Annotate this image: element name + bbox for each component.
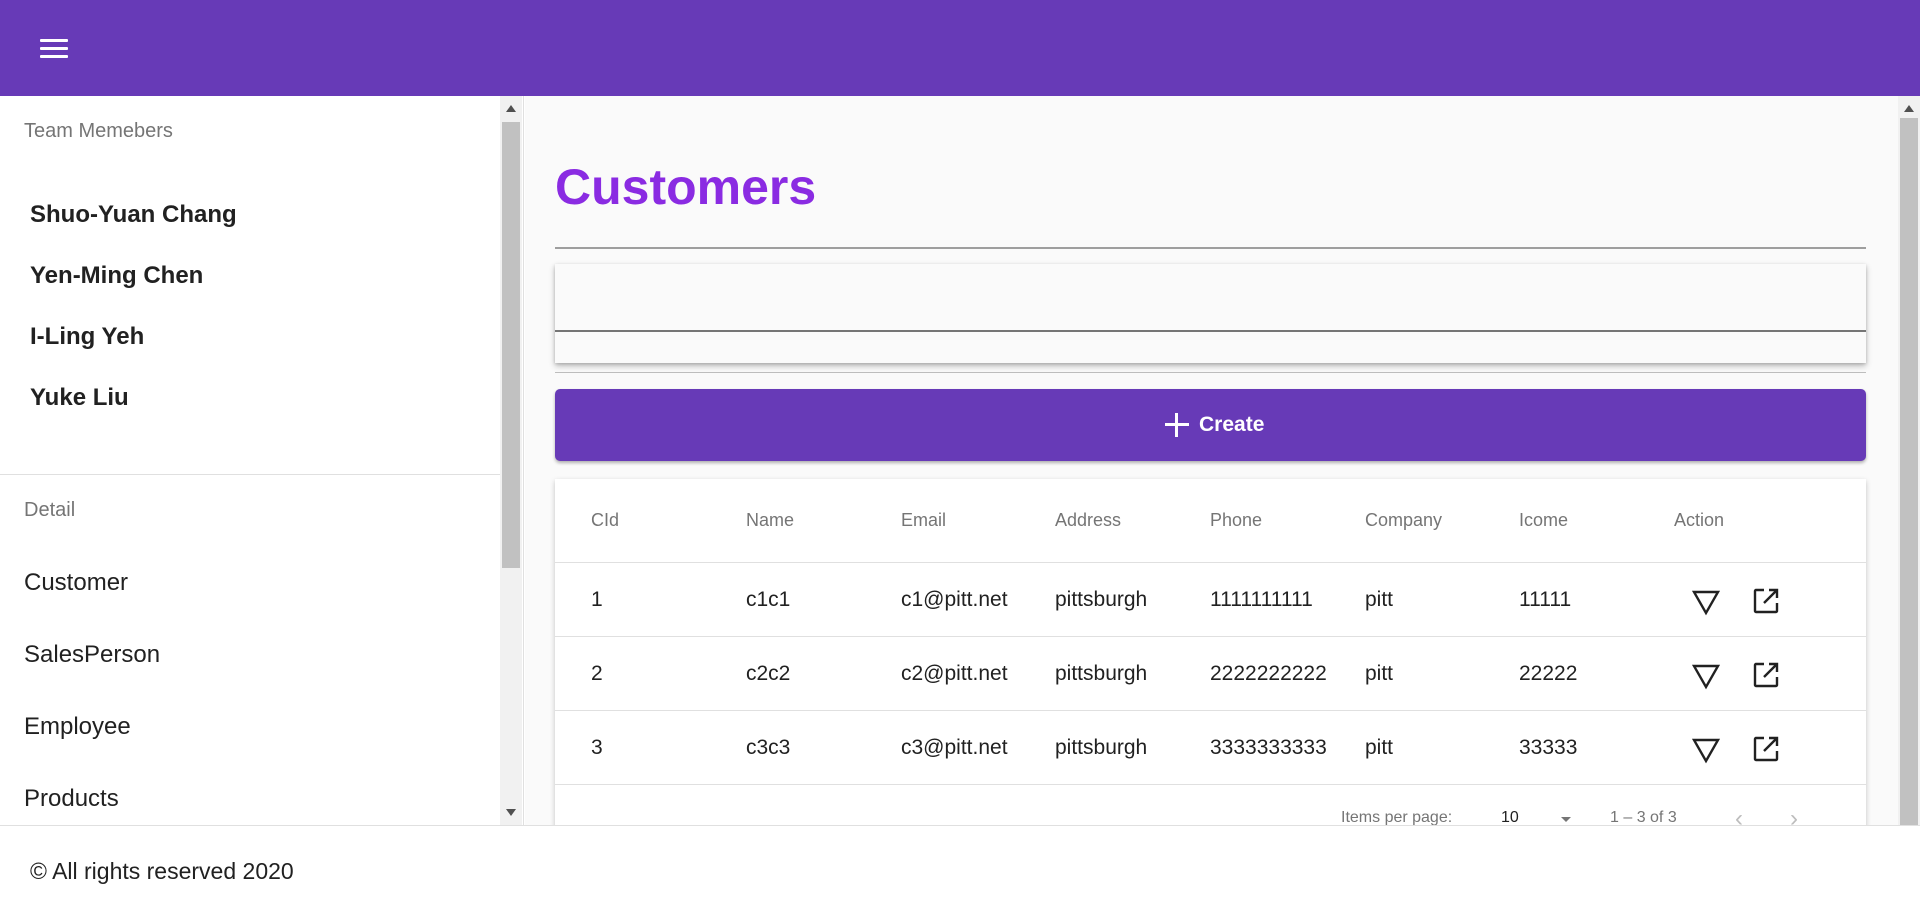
cell-company: pitt xyxy=(1365,587,1394,611)
next-page-icon[interactable]: › xyxy=(1790,805,1814,825)
cell-cid: 1 xyxy=(591,587,603,611)
create-button-label: Create xyxy=(1199,413,1265,436)
scroll-down-arrow[interactable] xyxy=(506,809,516,816)
search-underline xyxy=(555,330,1866,332)
cell-name: c2c2 xyxy=(746,661,791,685)
scroll-thumb[interactable] xyxy=(1900,118,1918,825)
sidebar-item-products[interactable]: Products xyxy=(24,785,119,813)
cell-company: pitt xyxy=(1365,735,1394,759)
member-name: Yen-Ming Chen xyxy=(30,262,204,289)
footer: © All rights reserved 2020 xyxy=(0,825,1920,915)
member-name: Yuke Liu xyxy=(30,384,129,411)
cell-phone: 2222222222 xyxy=(1210,661,1327,685)
cell-address: pittsburgh xyxy=(1055,735,1148,759)
scroll-thumb[interactable] xyxy=(502,122,520,568)
cell-email: c1@pitt.net xyxy=(901,587,1008,611)
dropdown-caret-icon[interactable] xyxy=(1561,817,1571,822)
column-header[interactable]: Address xyxy=(1055,479,1121,562)
filter-triangle-icon[interactable] xyxy=(1690,585,1722,617)
open-in-new-icon[interactable] xyxy=(1750,585,1782,617)
table-row: 3 c3c3 c3@pitt.net pittsburgh 3333333333… xyxy=(555,711,1866,785)
open-in-new-icon[interactable] xyxy=(1750,733,1782,765)
sidebar: Team Memebers Shuo-Yuan Chang Yen-Ming C… xyxy=(0,96,524,825)
table-row: 2 c2c2 c2@pitt.net pittsburgh 2222222222… xyxy=(555,637,1866,711)
cell-address: pittsburgh xyxy=(1055,587,1148,611)
page-range-label: 1 – 3 of 3 xyxy=(1610,809,1677,825)
copyright-text: © All rights reserved 2020 xyxy=(30,858,294,884)
column-header[interactable]: Email xyxy=(901,479,946,562)
items-per-page-label: Items per page: xyxy=(1341,809,1453,825)
open-in-new-icon[interactable] xyxy=(1750,659,1782,691)
cell-email: c3@pitt.net xyxy=(901,735,1008,759)
previous-page-icon[interactable]: ‹ xyxy=(1735,805,1759,825)
cell-income: 33333 xyxy=(1519,735,1578,759)
cell-email: c2@pitt.net xyxy=(901,661,1008,685)
cell-name: c1c1 xyxy=(746,587,791,611)
title-divider xyxy=(555,247,1866,249)
cell-cid: 3 xyxy=(591,735,603,759)
cell-income: 11111 xyxy=(1519,587,1572,611)
table-row: 1 c1c1 c1@pitt.net pittsburgh 1111111111… xyxy=(555,563,1866,637)
customers-table: CId Name Email Address Phone Company Ico… xyxy=(555,479,1866,825)
cell-cid: 2 xyxy=(591,661,603,685)
plus-icon xyxy=(1165,413,1189,437)
column-header[interactable]: Icome xyxy=(1519,479,1568,562)
menu-icon[interactable] xyxy=(30,30,78,68)
paginator: Items per page: 10 1 – 3 of 3 ‹ › xyxy=(555,795,1866,825)
table-header-row: CId Name Email Address Phone Company Ico… xyxy=(555,479,1866,563)
column-header[interactable]: Name xyxy=(746,479,794,562)
cell-phone: 1111111111 xyxy=(1210,587,1313,611)
sidebar-item-customer[interactable]: Customer xyxy=(24,569,128,597)
member-name: I-Ling Yeh xyxy=(30,323,145,350)
detail-header: Detail xyxy=(24,499,76,521)
cell-address: pittsburgh xyxy=(1055,661,1148,685)
column-header[interactable]: Company xyxy=(1365,479,1442,562)
column-header: Action xyxy=(1674,510,1725,530)
sidebar-item-salesperson[interactable]: SalesPerson xyxy=(24,641,160,669)
cell-company: pitt xyxy=(1365,661,1394,685)
sidebar-divider xyxy=(0,474,500,475)
scroll-up-arrow[interactable] xyxy=(1904,105,1914,112)
filter-triangle-icon[interactable] xyxy=(1690,733,1722,765)
sidebar-item-employee[interactable]: Employee xyxy=(24,713,131,741)
column-header[interactable]: Phone xyxy=(1210,479,1262,562)
scroll-up-arrow[interactable] xyxy=(506,105,516,112)
create-button[interactable]: Create xyxy=(555,389,1866,461)
page-size-select[interactable]: 10 xyxy=(1501,809,1519,825)
cell-income: 22222 xyxy=(1519,661,1578,685)
member-name: Shuo-Yuan Chang xyxy=(30,201,237,228)
cell-name: c3c3 xyxy=(746,735,791,759)
main-scrollbar[interactable] xyxy=(1898,96,1920,825)
main-content: Customers Create CId Name Email Address … xyxy=(525,96,1898,825)
top-toolbar xyxy=(0,0,1920,96)
column-header[interactable]: CId xyxy=(591,479,619,562)
sidebar-scrollbar[interactable] xyxy=(500,96,522,825)
filter-triangle-icon[interactable] xyxy=(1690,659,1722,691)
cell-phone: 3333333333 xyxy=(1210,735,1327,759)
team-members-header: Team Memebers xyxy=(24,120,173,142)
divider xyxy=(555,372,1866,373)
search-card xyxy=(555,264,1866,363)
page-title: Customers xyxy=(555,159,817,215)
search-input[interactable] xyxy=(571,284,1841,324)
